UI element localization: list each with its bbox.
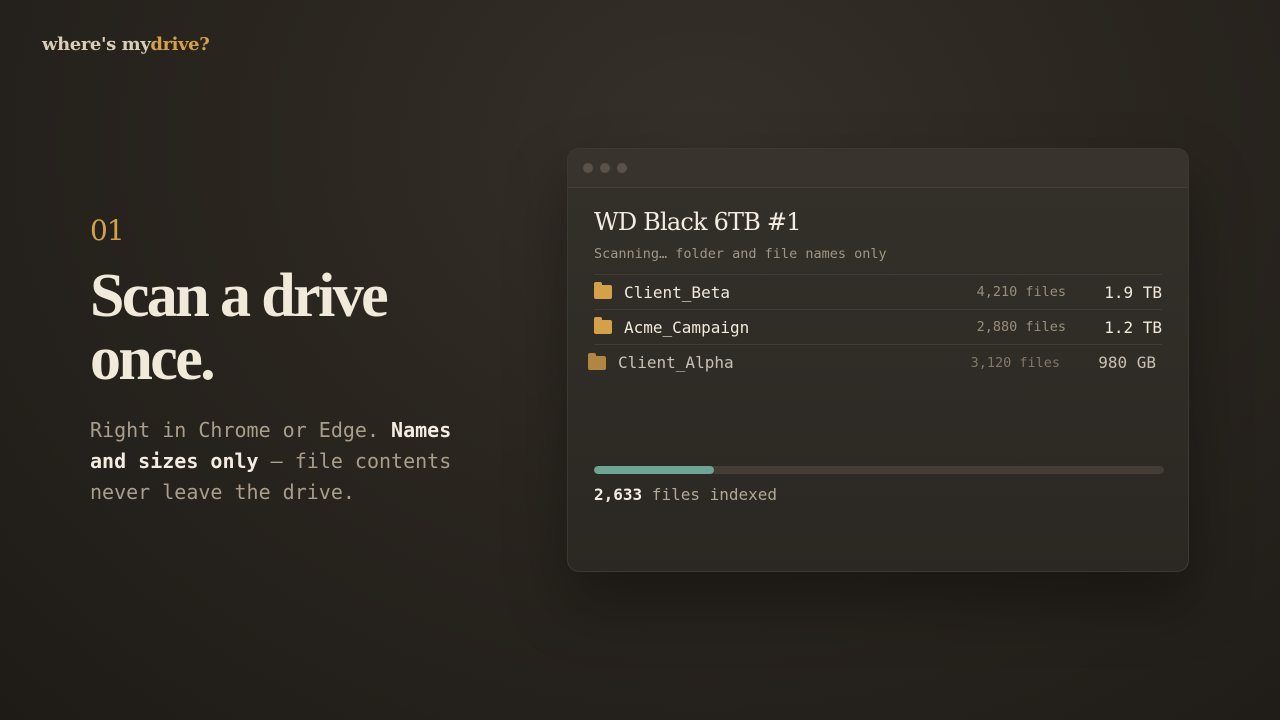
folder-list: Client_Beta 4,210 files 1.9 TB Acme_Camp…: [588, 274, 1162, 380]
folder-icon: [588, 352, 606, 370]
brand-part-1: where's my: [42, 34, 151, 55]
window-titlebar: [568, 149, 1188, 188]
step-number: 01: [90, 214, 125, 247]
folder-file-count: 4,210 files: [976, 284, 1066, 300]
folder-file-count: 2,880 files: [976, 319, 1066, 335]
window-dot-icon: [617, 163, 627, 173]
indexed-count: 2,633: [594, 485, 643, 504]
folder-size: 1.2 TB: [1104, 317, 1162, 337]
folder-row[interactable]: Client_Beta 4,210 files 1.9 TB: [594, 275, 1162, 310]
window-content: WD Black 6TB #1 Scanning… folder and fil…: [568, 188, 1188, 380]
drive-title: WD Black 6TB #1: [594, 208, 802, 236]
hero-section: 01 Scan a drive once. Right in Chrome or…: [90, 214, 510, 508]
folder-name: Client_Beta: [624, 282, 730, 302]
folder-row[interactable]: Client_Alpha 3,120 files 980 GB: [588, 345, 1156, 380]
scan-window: WD Black 6TB #1 Scanning… folder and fil…: [567, 148, 1189, 572]
indexed-count-label: 2,633 files indexed: [594, 485, 777, 504]
indexed-label: files indexed: [642, 485, 778, 504]
scan-progress-bar: [594, 466, 1164, 474]
folder-name: Acme_Campaign: [624, 317, 750, 337]
hero-body: Right in Chrome or Edge. Names and sizes…: [90, 415, 490, 508]
window-dot-icon: [600, 163, 610, 173]
hero-body-start: Right in Chrome or Edge.: [90, 418, 392, 442]
folder-file-count: 3,120 files: [970, 354, 1060, 371]
folder-row[interactable]: Acme_Campaign 2,880 files 1.2 TB: [594, 310, 1162, 345]
brand-logo[interactable]: where's mydrive?: [42, 34, 210, 55]
folder-icon: [594, 317, 612, 334]
folder-icon: [594, 282, 612, 299]
scan-progress-fill: [594, 466, 714, 474]
scan-status: Scanning… folder and file names only: [594, 246, 887, 262]
folder-size: 980 GB: [1098, 353, 1156, 372]
hero-title-line-2: once.: [90, 325, 216, 393]
hero-title-line-1: Scan a drive: [90, 262, 389, 330]
folder-name: Client_Alpha: [618, 353, 734, 372]
window-dot-icon: [583, 163, 593, 173]
brand-part-2: drive?: [150, 34, 210, 55]
hero-title: Scan a drive once.: [90, 265, 510, 391]
folder-size: 1.9 TB: [1104, 282, 1162, 302]
